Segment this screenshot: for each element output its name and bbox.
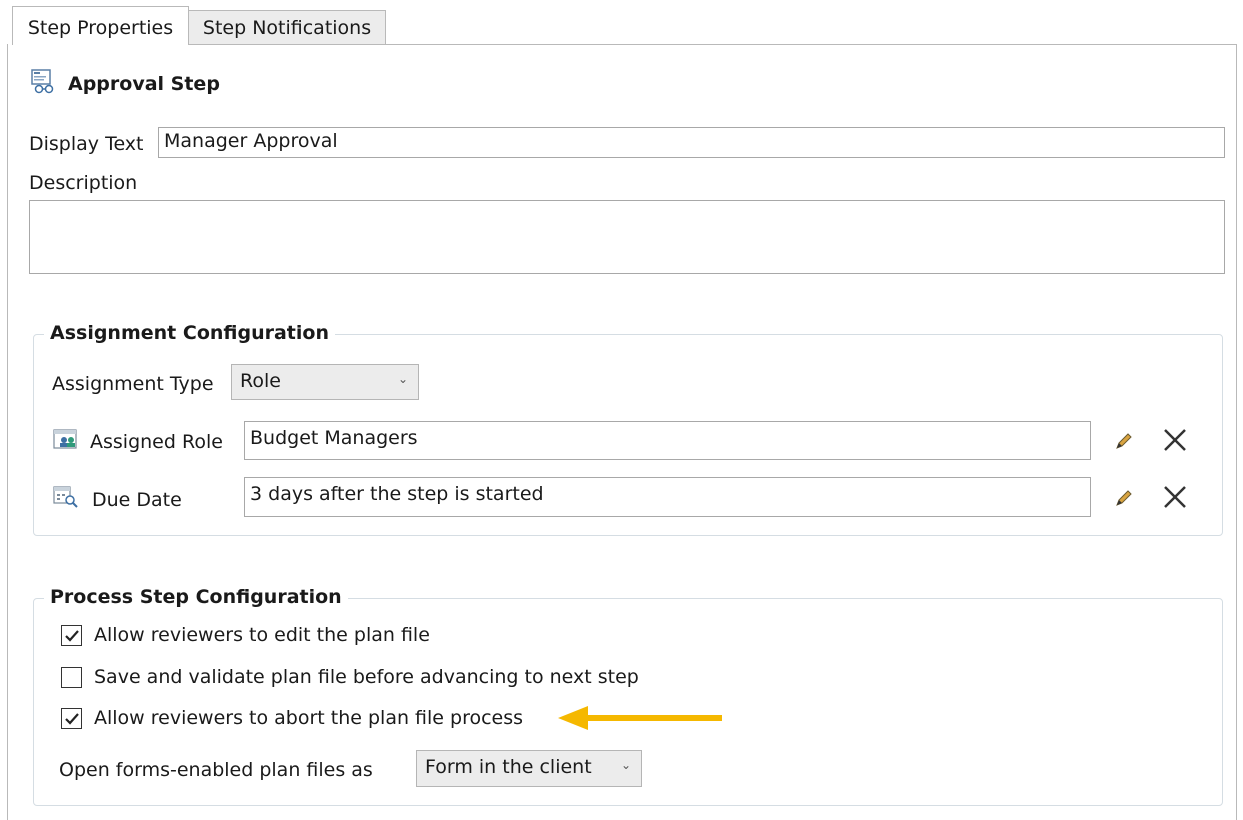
abort-process-checkbox[interactable] [61,708,82,729]
step-header: Approval Step [30,68,220,99]
save-validate-checkbox[interactable] [61,667,82,688]
assigned-role-label: Assigned Role [90,431,223,453]
tab-step-properties[interactable]: Step Properties [12,6,189,45]
panel-left-border [7,44,8,820]
step-title: Approval Step [68,72,220,95]
assigned-role-input[interactable]: Budget Managers [244,421,1091,460]
edit-plan-file-checkbox[interactable] [61,625,82,646]
save-validate-label: Save and validate plan file before advan… [94,666,639,688]
assignment-type-value: Role [240,370,281,392]
panel-right-border [1236,44,1237,820]
tab-step-notifications[interactable]: Step Notifications [189,10,386,45]
edit-plan-file-label: Allow reviewers to edit the plan file [94,624,430,646]
assignment-type-select[interactable]: Role ⌄ [231,364,419,400]
tab-bar: Step Properties Step Notifications [0,0,1243,45]
open-forms-value: Form in the client [425,756,592,778]
due-date-label: Due Date [92,489,182,511]
chevron-down-icon: ⌄ [620,758,631,772]
assignment-config-title: Assignment Configuration [44,322,335,344]
tab-divider [386,44,1237,45]
description-label: Description [29,172,138,194]
open-forms-select[interactable]: Form in the client ⌄ [416,750,642,787]
checkmark-icon [65,630,79,642]
display-text-label: Display Text [29,133,144,155]
assignment-type-label: Assignment Type [52,373,214,395]
chevron-down-icon: ⌄ [397,372,408,386]
description-input[interactable] [29,200,1225,274]
process-step-config-title: Process Step Configuration [44,586,348,608]
abort-process-label: Allow reviewers to abort the plan file p… [94,707,524,729]
checkmark-icon [65,713,79,725]
open-forms-label: Open forms-enabled plan files as [59,759,373,781]
display-text-input[interactable]: Manager Approval [158,127,1225,158]
approval-step-icon [30,68,68,99]
due-date-input[interactable]: 3 days after the step is started [244,477,1091,517]
